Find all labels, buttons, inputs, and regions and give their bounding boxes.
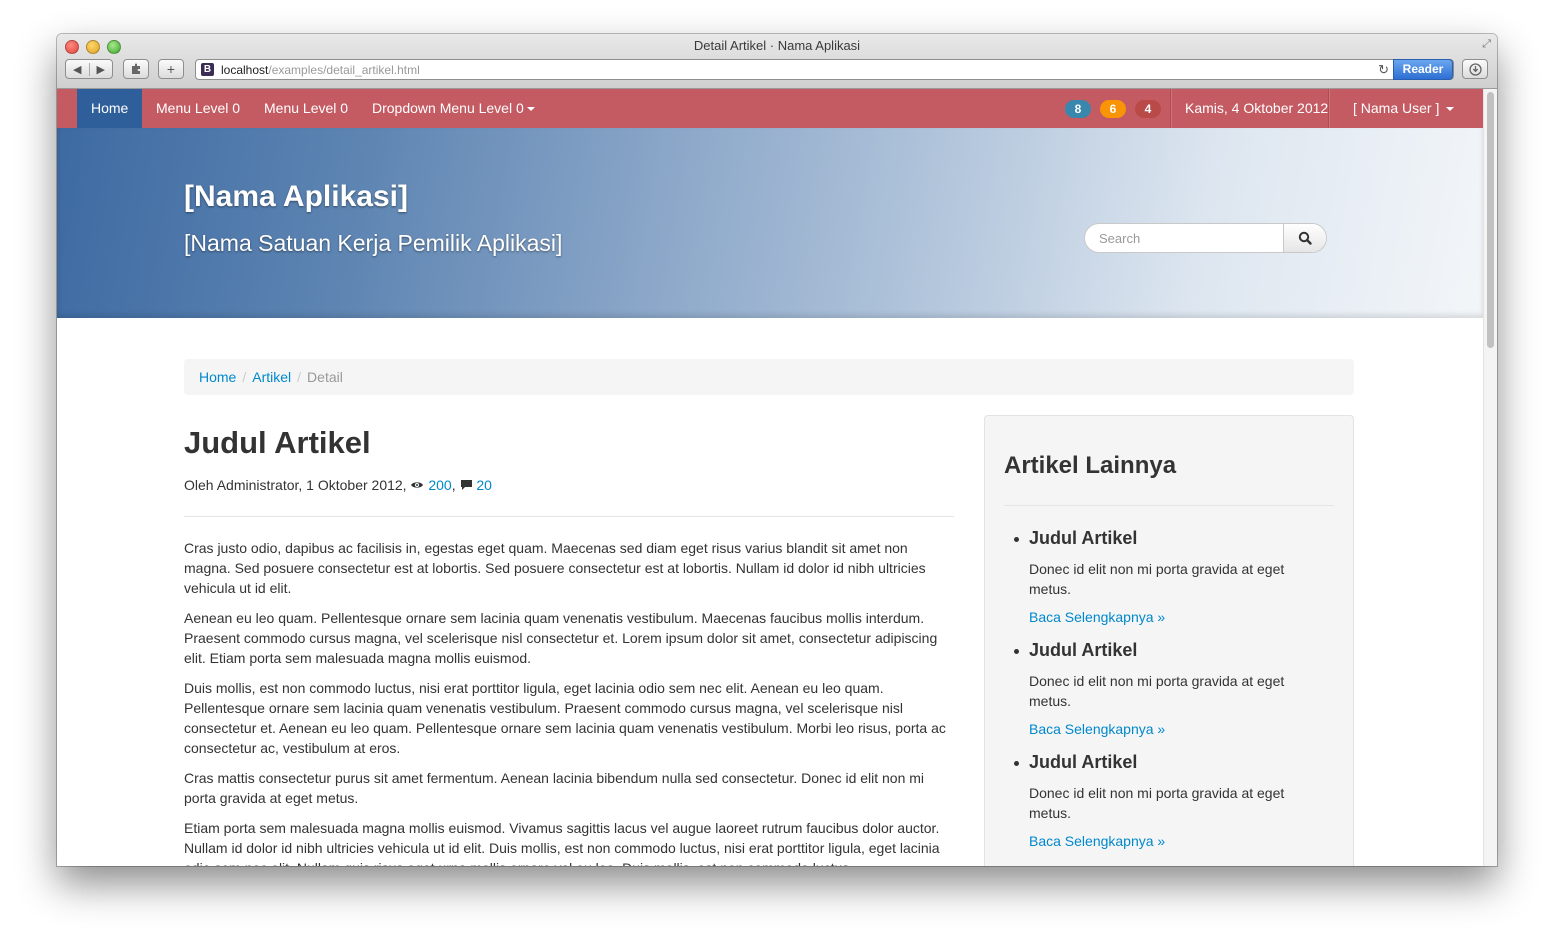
notification-badge-red[interactable]: 4 <box>1135 100 1161 118</box>
page-viewport: Home Menu Level 0 Menu Level 0 Dropdown … <box>57 89 1483 866</box>
address-bar[interactable]: B localhost/examples/detail_artikel.html… <box>195 59 1454 80</box>
back-forward-buttons: ◀ ▶ <box>65 59 113 79</box>
article-paragraph: Etiam porta sem malesuada magna mollis e… <box>184 820 940 866</box>
article-views[interactable]: 200 <box>428 477 451 493</box>
url-text[interactable]: localhost/examples/detail_artikel.html <box>221 63 420 77</box>
url-host: localhost <box>221 63 269 77</box>
nav-home[interactable]: Home <box>77 89 143 128</box>
nav-menu-level-0-a[interactable]: Menu Level 0 <box>142 89 254 128</box>
article-meta: Oleh Administrator, 1 Oktober 2012, 200,… <box>184 477 492 493</box>
breadcrumb-current: Detail <box>307 369 343 385</box>
article-comments[interactable]: 20 <box>476 477 492 493</box>
article-author-date: Oleh Administrator, 1 Oktober 2012, <box>184 477 411 493</box>
sidebar-title: Artikel Lainnya <box>1004 452 1177 479</box>
breadcrumb-separator: / <box>297 369 302 385</box>
browser-window: Detail Artikel · Nama Aplikasi ⤢ ◀ ▶ + B… <box>57 34 1497 866</box>
nav-dropdown-label: Dropdown Menu Level 0 <box>372 100 524 116</box>
breadcrumb-separator: / <box>242 369 247 385</box>
download-icon <box>1468 62 1482 76</box>
app-header: [Nama Aplikasi] [Nama Satuan Kerja Pemil… <box>57 128 1483 318</box>
window-title: Detail Artikel · Nama Aplikasi <box>693 38 861 53</box>
nav-menu-level-0-b[interactable]: Menu Level 0 <box>250 89 362 128</box>
list-item: Judul Artikel Donec id elit non mi porta… <box>1014 640 1319 737</box>
site-favicon: B <box>201 63 214 76</box>
caret-down-icon <box>526 107 535 112</box>
comment-icon <box>460 480 472 490</box>
extension-button[interactable] <box>123 59 149 79</box>
url-path: /examples/detail_artikel.html <box>268 63 420 77</box>
related-article-title[interactable]: Judul Artikel <box>1014 752 1319 773</box>
read-more-link[interactable]: Baca Selengkapnya » <box>1029 609 1319 625</box>
vertical-scrollbar[interactable] <box>1483 89 1497 866</box>
notification-badge-orange[interactable]: 6 <box>1100 100 1126 118</box>
divider <box>184 516 954 517</box>
caret-down-icon <box>1446 107 1455 112</box>
nav-dropdown-menu[interactable]: Dropdown Menu Level 0 <box>358 89 549 128</box>
article-body: Cras justo odio, dapibus ac facilisis in… <box>184 538 954 866</box>
top-navbar: Home Menu Level 0 Menu Level 0 Dropdown … <box>57 89 1483 129</box>
related-article-excerpt: Donec id elit non mi porta gravida at eg… <box>1029 785 1285 821</box>
fullscreen-icon[interactable]: ⤢ <box>1482 38 1491 51</box>
app-name: [Nama Aplikasi] <box>184 180 408 213</box>
unit-name: [Nama Satuan Kerja Pemilik Aplikasi] <box>184 230 563 256</box>
notification-badge-blue[interactable]: 8 <box>1065 100 1091 118</box>
browser-toolbar: Detail Artikel · Nama Aplikasi ⤢ ◀ ▶ + B… <box>57 34 1497 89</box>
read-more-link[interactable]: Baca Selengkapnya » <box>1029 721 1319 737</box>
article-paragraph: Duis mollis, est non commodo luctus, nis… <box>184 680 946 756</box>
divider <box>1004 505 1334 506</box>
reader-button[interactable]: Reader <box>1393 59 1453 80</box>
new-tab-button[interactable]: + <box>158 59 184 79</box>
downloads-button[interactable] <box>1462 59 1488 79</box>
scrollbar-thumb[interactable] <box>1487 92 1494 348</box>
reload-icon[interactable]: ↻ <box>1378 62 1389 78</box>
puzzle-icon <box>132 63 140 74</box>
back-button[interactable]: ◀ <box>66 63 89 76</box>
search-input[interactable] <box>1085 224 1283 252</box>
related-article-excerpt: Donec id elit non mi porta gravida at eg… <box>1029 561 1285 597</box>
list-item: Judul Artikel Donec id elit non mi porta… <box>1014 528 1319 625</box>
article-paragraph: Aenean eu leo quam. Pellentesque ornare … <box>184 610 938 666</box>
user-menu[interactable]: [ Nama User ] <box>1339 89 1468 128</box>
nav-divider <box>1328 89 1330 128</box>
breadcrumb-artikel[interactable]: Artikel <box>252 369 291 385</box>
search-icon <box>1298 231 1312 245</box>
related-article-title[interactable]: Judul Artikel <box>1014 528 1319 549</box>
breadcrumb: Home / Artikel / Detail <box>184 359 1354 395</box>
article-paragraph: Cras mattis consectetur purus sit amet f… <box>184 770 925 806</box>
article-title: Judul Artikel <box>184 425 371 460</box>
eye-icon <box>411 482 424 488</box>
related-article-excerpt: Donec id elit non mi porta gravida at eg… <box>1029 673 1285 709</box>
read-more-link[interactable]: Baca Selengkapnya » <box>1029 833 1319 849</box>
user-menu-label: [ Nama User ] <box>1353 100 1440 116</box>
related-articles-sidebar: Artikel Lainnya Judul Artikel Donec id e… <box>984 415 1354 866</box>
related-article-title[interactable]: Judul Artikel <box>1014 640 1319 661</box>
list-item: Judul Artikel Donec id elit non mi porta… <box>1014 752 1319 849</box>
article-paragraph: Cras justo odio, dapibus ac facilisis in… <box>184 540 926 596</box>
breadcrumb-home[interactable]: Home <box>199 369 236 385</box>
nav-date: Kamis, 4 Oktober 2012 <box>1185 100 1329 116</box>
search-form <box>1084 223 1327 253</box>
forward-button[interactable]: ▶ <box>88 62 113 76</box>
search-button[interactable] <box>1283 224 1326 252</box>
